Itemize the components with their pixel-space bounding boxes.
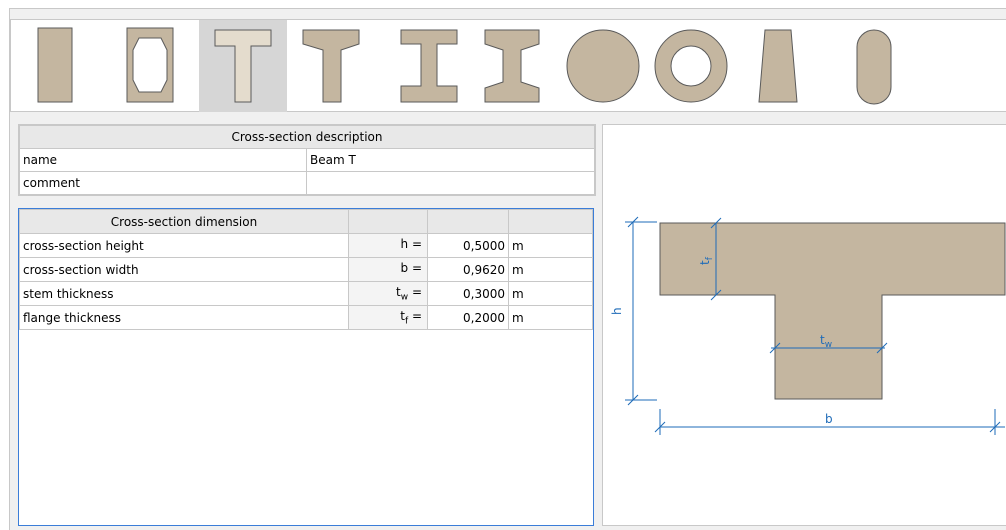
shape-button-oval[interactable]	[833, 20, 921, 112]
dim-value-input[interactable]: 0,5000	[427, 233, 509, 258]
name-label: name	[19, 148, 307, 172]
dim-value-input[interactable]: 0,9620	[427, 257, 509, 282]
name-field[interactable]: Beam T	[306, 148, 595, 172]
dim-symbol: tf =	[348, 305, 428, 330]
section-drawing: h b tw tf	[610, 216, 1006, 435]
dim-label: cross-section height	[19, 233, 349, 258]
h-dim-label: h	[610, 307, 624, 315]
shape-button-i-haunched[interactable]	[469, 20, 557, 112]
dim-label: stem thickness	[19, 281, 349, 306]
dim-value-input[interactable]: 0,3000	[427, 281, 509, 306]
dimension-header-sym	[348, 209, 428, 234]
dim-value-input[interactable]: 0,2000	[427, 305, 509, 330]
circle-section-icon	[566, 29, 640, 103]
shape-button-trapezoid[interactable]	[745, 20, 833, 112]
t-section-icon	[214, 29, 272, 103]
i-section-icon	[400, 29, 458, 103]
t-section-shape	[659, 222, 1006, 400]
dim-symbol: b =	[348, 257, 428, 282]
table-row: stem thickness tw = 0,3000 m	[19, 281, 593, 306]
dimension-header-unit	[508, 209, 593, 234]
description-header: Cross-section description	[19, 125, 595, 149]
table-row: cross-section height h = 0,5000 m	[19, 233, 593, 258]
dim-unit: m	[508, 281, 593, 306]
dim-unit: m	[508, 233, 593, 258]
dim-symbol: h =	[348, 233, 428, 258]
ring-section-icon	[654, 29, 728, 103]
comment-field[interactable]	[306, 171, 595, 195]
comment-label: comment	[19, 171, 307, 195]
shape-button-t-beam[interactable]	[199, 20, 287, 112]
description-table: Cross-section description name Beam T co…	[18, 124, 596, 196]
t-haunch-section-icon	[302, 29, 360, 103]
table-row: cross-section width b = 0,9620 m	[19, 257, 593, 282]
shape-button-ring[interactable]	[651, 20, 739, 112]
rectangle-section-icon	[37, 27, 73, 103]
shape-button-t-haunched[interactable]	[293, 20, 381, 112]
table-row: flange thickness tf = 0,2000 m	[19, 305, 593, 330]
dimension-header-value	[427, 209, 509, 234]
shape-toolbar	[10, 19, 1006, 112]
shape-button-circle[interactable]	[563, 20, 651, 112]
dim-unit: m	[508, 305, 593, 330]
dim-label: flange thickness	[19, 305, 349, 330]
shape-button-rectangle[interactable]	[29, 20, 117, 112]
dim-symbol: tw =	[348, 281, 428, 306]
hollow-section-icon	[126, 27, 174, 103]
i-haunch-section-icon	[484, 29, 540, 103]
dim-unit: m	[508, 257, 593, 282]
dim-label: cross-section width	[19, 257, 349, 282]
shape-button-hollow[interactable]	[117, 20, 205, 112]
oval-section-icon	[856, 29, 892, 105]
shape-button-i-beam[interactable]	[385, 20, 473, 112]
b-dim-label: b	[825, 412, 833, 426]
section-preview: h b tw tf	[602, 124, 1006, 526]
dimension-header: Cross-section dimension	[19, 209, 349, 234]
trapezoid-section-icon	[758, 29, 798, 103]
dimension-table: Cross-section dimension cross-section he…	[18, 208, 594, 526]
